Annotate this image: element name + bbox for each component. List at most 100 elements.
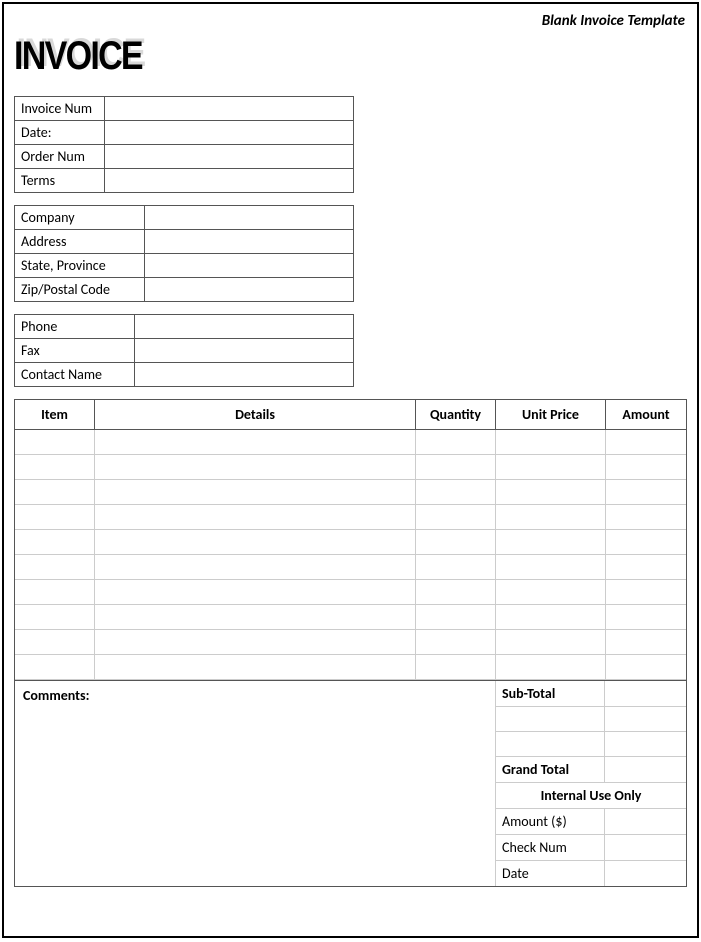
company-field[interactable]	[145, 206, 353, 229]
cell-quantity[interactable]	[416, 630, 496, 654]
state-label: State, Province	[15, 254, 145, 277]
table-row	[15, 580, 686, 605]
fax-field[interactable]	[135, 339, 353, 362]
contact-meta-block: Phone Fax Contact Name	[14, 314, 354, 387]
cell-item[interactable]	[15, 655, 95, 679]
subtotal-label: Sub-Total	[495, 681, 605, 706]
contact-name-field[interactable]	[135, 363, 353, 386]
cell-amount[interactable]	[606, 655, 686, 679]
cell-unit_price[interactable]	[496, 430, 606, 454]
cell-item[interactable]	[15, 430, 95, 454]
cell-item[interactable]	[15, 555, 95, 579]
check-num-field[interactable]	[605, 835, 686, 860]
table-row	[15, 455, 686, 480]
cell-unit_price[interactable]	[496, 555, 606, 579]
check-num-label: Check Num	[495, 835, 605, 860]
cell-amount[interactable]	[606, 480, 686, 504]
cell-amount[interactable]	[606, 455, 686, 479]
cell-details[interactable]	[95, 480, 416, 504]
phone-field[interactable]	[135, 315, 353, 338]
cell-amount[interactable]	[606, 430, 686, 454]
phone-label: Phone	[15, 315, 135, 338]
cell-amount[interactable]	[606, 580, 686, 604]
template-label: Blank Invoice Template	[14, 12, 685, 30]
totals-blank1-label	[495, 707, 605, 731]
cell-unit_price[interactable]	[496, 655, 606, 679]
totals-blank2-label	[495, 732, 605, 756]
cell-details[interactable]	[95, 655, 416, 679]
totals-blank2-field[interactable]	[605, 732, 686, 756]
table-row	[15, 530, 686, 555]
col-unit-price: Unit Price	[496, 400, 606, 429]
cell-details[interactable]	[95, 555, 416, 579]
zip-label: Zip/Postal Code	[15, 278, 145, 301]
cell-item[interactable]	[15, 630, 95, 654]
cell-unit_price[interactable]	[496, 580, 606, 604]
cell-amount[interactable]	[606, 630, 686, 654]
subtotal-field[interactable]	[605, 681, 686, 706]
zip-field[interactable]	[145, 278, 353, 301]
fax-label: Fax	[15, 339, 135, 362]
cell-unit_price[interactable]	[496, 605, 606, 629]
col-item: Item	[15, 400, 95, 429]
cell-amount[interactable]	[606, 605, 686, 629]
table-row	[15, 480, 686, 505]
cell-amount[interactable]	[606, 555, 686, 579]
invoice-title: INVOICE INVOICE	[14, 34, 586, 78]
internal-date-field[interactable]	[605, 861, 686, 886]
cell-quantity[interactable]	[416, 655, 496, 679]
cell-details[interactable]	[95, 505, 416, 529]
internal-amount-label: Amount ($)	[495, 809, 605, 834]
comments-label: Comments:	[23, 687, 89, 704]
invoice-meta-block: Invoice Num Date: Order Num Terms	[14, 96, 354, 193]
grand-total-field[interactable]	[605, 757, 686, 782]
bottom-section: Comments: Sub-Total Grand Total Internal…	[14, 681, 687, 887]
cell-quantity[interactable]	[416, 480, 496, 504]
totals-box: Sub-Total Grand Total Internal Use Only …	[495, 681, 687, 887]
line-items-table: Item Details Quantity Unit Price Amount	[14, 399, 687, 681]
cell-unit_price[interactable]	[496, 630, 606, 654]
totals-blank1-field[interactable]	[605, 707, 686, 731]
cell-details[interactable]	[95, 580, 416, 604]
cell-quantity[interactable]	[416, 455, 496, 479]
cell-unit_price[interactable]	[496, 480, 606, 504]
cell-item[interactable]	[15, 605, 95, 629]
invoice-page: Blank Invoice Template INVOICE INVOICE I…	[2, 2, 699, 938]
cell-unit_price[interactable]	[496, 505, 606, 529]
cell-amount[interactable]	[606, 530, 686, 554]
col-quantity: Quantity	[416, 400, 496, 429]
address-field[interactable]	[145, 230, 353, 253]
state-field[interactable]	[145, 254, 353, 277]
invoice-num-label: Invoice Num	[15, 97, 105, 120]
cell-unit_price[interactable]	[496, 530, 606, 554]
table-row	[15, 555, 686, 580]
cell-item[interactable]	[15, 480, 95, 504]
terms-label: Terms	[15, 169, 105, 192]
terms-field[interactable]	[105, 169, 353, 192]
cell-quantity[interactable]	[416, 555, 496, 579]
cell-item[interactable]	[15, 530, 95, 554]
cell-quantity[interactable]	[416, 530, 496, 554]
cell-quantity[interactable]	[416, 430, 496, 454]
invoice-num-field[interactable]	[105, 97, 353, 120]
date-field[interactable]	[105, 121, 353, 144]
order-num-field[interactable]	[105, 145, 353, 168]
cell-amount[interactable]	[606, 505, 686, 529]
comments-box[interactable]: Comments:	[14, 681, 495, 887]
cell-item[interactable]	[15, 455, 95, 479]
internal-amount-field[interactable]	[605, 809, 686, 834]
cell-details[interactable]	[95, 430, 416, 454]
cell-item[interactable]	[15, 505, 95, 529]
cell-details[interactable]	[95, 455, 416, 479]
cell-quantity[interactable]	[416, 605, 496, 629]
company-label: Company	[15, 206, 145, 229]
cell-unit_price[interactable]	[496, 455, 606, 479]
table-row	[15, 605, 686, 630]
cell-quantity[interactable]	[416, 505, 496, 529]
cell-details[interactable]	[95, 605, 416, 629]
cell-details[interactable]	[95, 530, 416, 554]
internal-date-label: Date	[495, 861, 605, 886]
cell-quantity[interactable]	[416, 580, 496, 604]
cell-item[interactable]	[15, 580, 95, 604]
cell-details[interactable]	[95, 630, 416, 654]
